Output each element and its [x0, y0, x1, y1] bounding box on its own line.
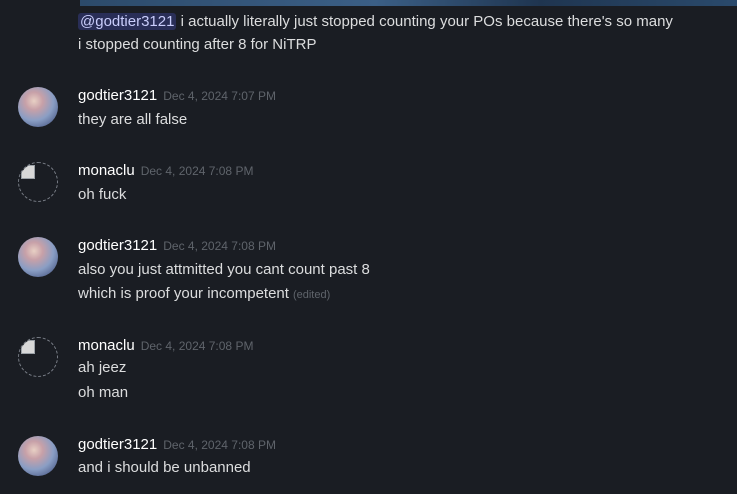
message-line: ah jeez	[78, 359, 127, 376]
user-mention[interactable]: @godtier3121	[78, 13, 177, 30]
timestamp: Dec 4, 2024 7:08 PM	[140, 164, 254, 178]
message-text: i actually literally just stopped counti…	[176, 13, 673, 30]
username[interactable]: monaclu	[78, 162, 135, 179]
broken-image-icon	[21, 340, 35, 354]
message-line: and i should be unbanned	[78, 459, 251, 476]
message-header: monaclu Dec 4, 2024 7:08 PM	[78, 162, 253, 180]
message-header: godtier3121 Dec 4, 2024 7:08 PM	[78, 237, 276, 255]
timestamp: Dec 4, 2024 7:08 PM	[163, 438, 276, 452]
username[interactable]: godtier3121	[78, 87, 157, 104]
broken-image-icon	[21, 165, 35, 179]
edited-label: (edited)	[292, 289, 331, 301]
message-line: also you just attmitted you cant count p…	[78, 261, 370, 278]
message-line: they are all false	[78, 111, 188, 128]
message-line: which is proof your incompetent (edited)	[78, 283, 330, 306]
avatar[interactable]	[18, 87, 58, 127]
message-text: which is proof your incompetent	[78, 285, 289, 302]
message-header: monaclu Dec 4, 2024 7:08 PM	[78, 337, 253, 355]
message-header: godtier3121 Dec 4, 2024 7:08 PM	[78, 436, 276, 454]
avatar-broken-image[interactable]	[18, 337, 58, 377]
message-line: oh fuck	[78, 186, 127, 203]
timestamp: Dec 4, 2024 7:08 PM	[140, 339, 254, 353]
avatar[interactable]	[18, 436, 58, 476]
avatar-broken-image[interactable]	[18, 162, 58, 202]
message-line: @godtier3121 i actually literally just s…	[78, 10, 673, 34]
username[interactable]: monaclu	[78, 337, 135, 354]
message-line: oh man	[78, 384, 129, 401]
timestamp: Dec 4, 2024 7:07 PM	[163, 89, 276, 103]
message-header: godtier3121 Dec 4, 2024 7:07 PM	[78, 87, 276, 105]
avatar[interactable]	[18, 237, 58, 277]
username[interactable]: godtier3121	[78, 436, 157, 453]
message-line: i stopped counting after 8 for NiTRP	[78, 36, 317, 53]
attachment-image-strip[interactable]	[80, 0, 737, 6]
username[interactable]: godtier3121	[78, 237, 157, 254]
timestamp: Dec 4, 2024 7:08 PM	[163, 239, 276, 253]
